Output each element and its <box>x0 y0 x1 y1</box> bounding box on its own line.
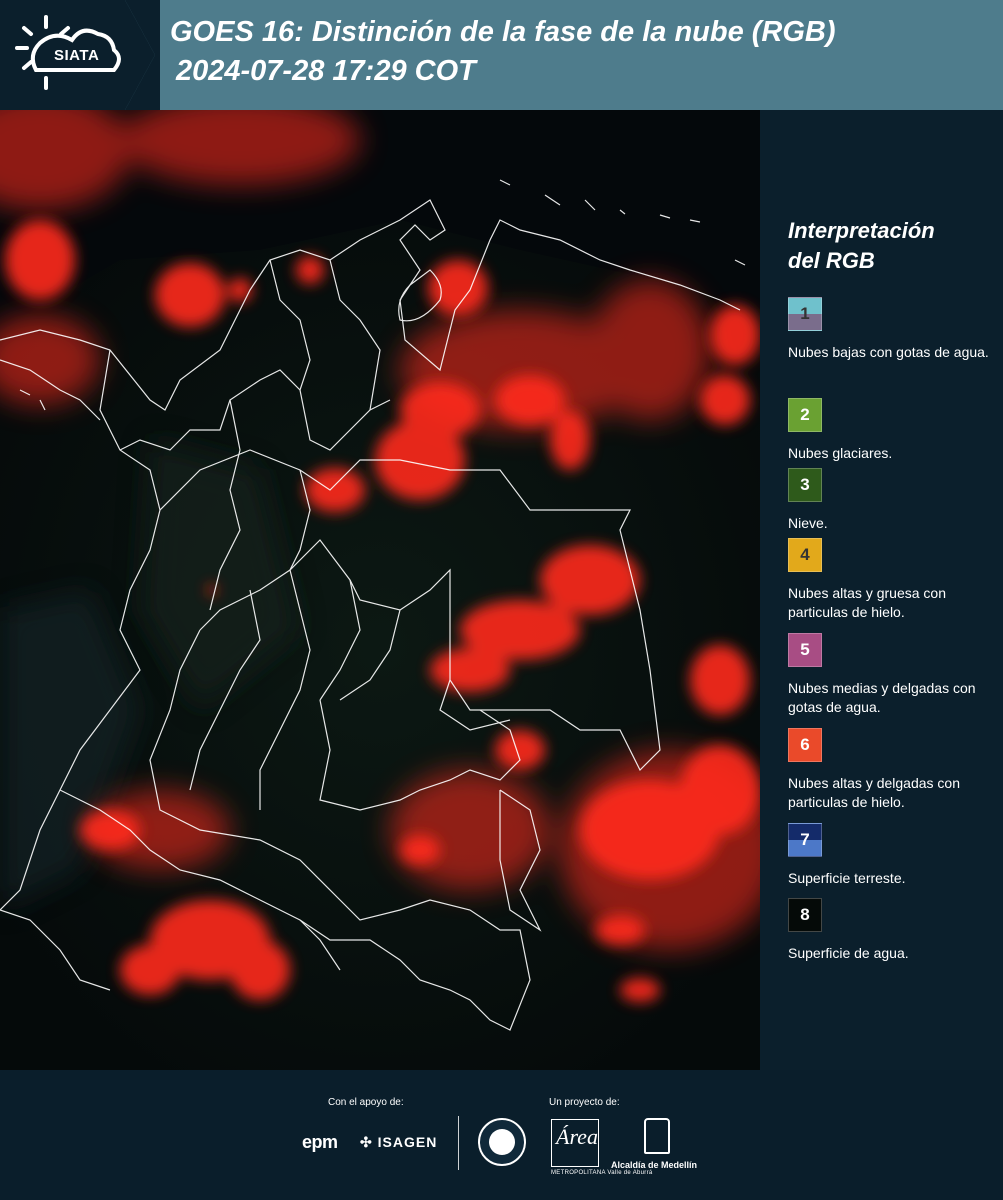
legend-swatch: 3 <box>788 468 822 502</box>
legend-label: Superficie terreste. <box>788 870 906 886</box>
legend-number: 6 <box>800 735 810 754</box>
legend-swatch: 5 <box>788 633 822 667</box>
rgb-composite-image <box>0 110 760 1070</box>
legend-label: Nubes glaciares. <box>788 445 893 461</box>
footer: Con el apoyo de: Un proyecto de: epm ✣ I… <box>0 1070 1003 1200</box>
page-title: GOES 16: Distinción de la fase de la nub… <box>170 16 836 48</box>
legend-swatch: 4 <box>788 538 822 572</box>
area-metropolitana-logo[interactable]: Área <box>551 1119 599 1167</box>
legend-swatch: 1 <box>788 297 822 331</box>
legend-label: Superficie de agua. <box>788 945 909 961</box>
legend-number: 7 <box>800 830 810 849</box>
legend-swatch: 8 <box>788 898 822 932</box>
legend-number: 3 <box>800 475 810 494</box>
legend-number: 5 <box>800 640 810 659</box>
legend-panel: Interpretación del RGB 1 Nubes bajas con … <box>760 110 1003 1070</box>
legend-item: 6 Nubes altas y delgadas con particulas d… <box>788 728 1000 812</box>
legend-swatch: 2 <box>788 398 822 432</box>
legend-label: Nubes bajas con gotas de agua. <box>788 344 989 360</box>
legend-title: Interpretación del RGB <box>788 218 935 273</box>
header: SIATA GOES 16: Distinción de la fase de … <box>0 0 1003 110</box>
legend-label: Nieve. <box>788 515 828 531</box>
logo-text: SIATA <box>54 47 100 64</box>
legend-number: 4 <box>800 545 810 564</box>
siata-logo[interactable]: SIATA <box>0 0 160 110</box>
timestamp: 2024-07-28 17:29 COT <box>176 55 476 87</box>
epm-logo[interactable]: epm <box>302 1132 338 1153</box>
legend-number: 2 <box>800 405 810 424</box>
alcaldia-logo-text: Alcaldía de Medellín <box>611 1160 698 1170</box>
university-seal-icon[interactable] <box>478 1118 526 1166</box>
legend-label: Nubes altas y gruesa con particulas de h… <box>788 585 946 620</box>
legend-label: Nubes medias y delgadas con gotas de agu… <box>788 680 976 715</box>
legend-number: 8 <box>800 905 810 924</box>
legend-item: 5 Nubes medias y delgadas con gotas de ag… <box>788 633 1000 717</box>
legend-swatch: 6 <box>788 728 822 762</box>
legend-swatch: 7 <box>788 823 822 857</box>
project-label: Un proyecto de: <box>549 1097 620 1108</box>
footer-divider <box>458 1116 459 1170</box>
legend-label: Nubes altas y delgadas con particulas de… <box>788 775 960 810</box>
legend-number: 1 <box>800 304 810 323</box>
alcaldia-shield-icon[interactable] <box>644 1118 670 1154</box>
isagen-logo[interactable]: ✣ ISAGEN <box>360 1134 437 1151</box>
satellite-map[interactable] <box>0 110 760 1070</box>
legend-item: 8 Superficie de agua. <box>788 898 1000 963</box>
legend-item: 4 Nubes altas y gruesa con particulas de … <box>788 538 1000 622</box>
area-metropolitana-subtitle: METROPOLITANA Valle de Aburrá <box>551 1170 653 1176</box>
legend-item: 2 Nubes glaciares. <box>788 398 1000 463</box>
legend-item: 3 Nieve. <box>788 468 1000 533</box>
legend-item: 7 Superficie terreste. <box>788 823 1000 888</box>
legend-item: 1 Nubes bajas con gotas de agua. <box>788 297 1000 362</box>
support-label: Con el apoyo de: <box>328 1097 404 1108</box>
